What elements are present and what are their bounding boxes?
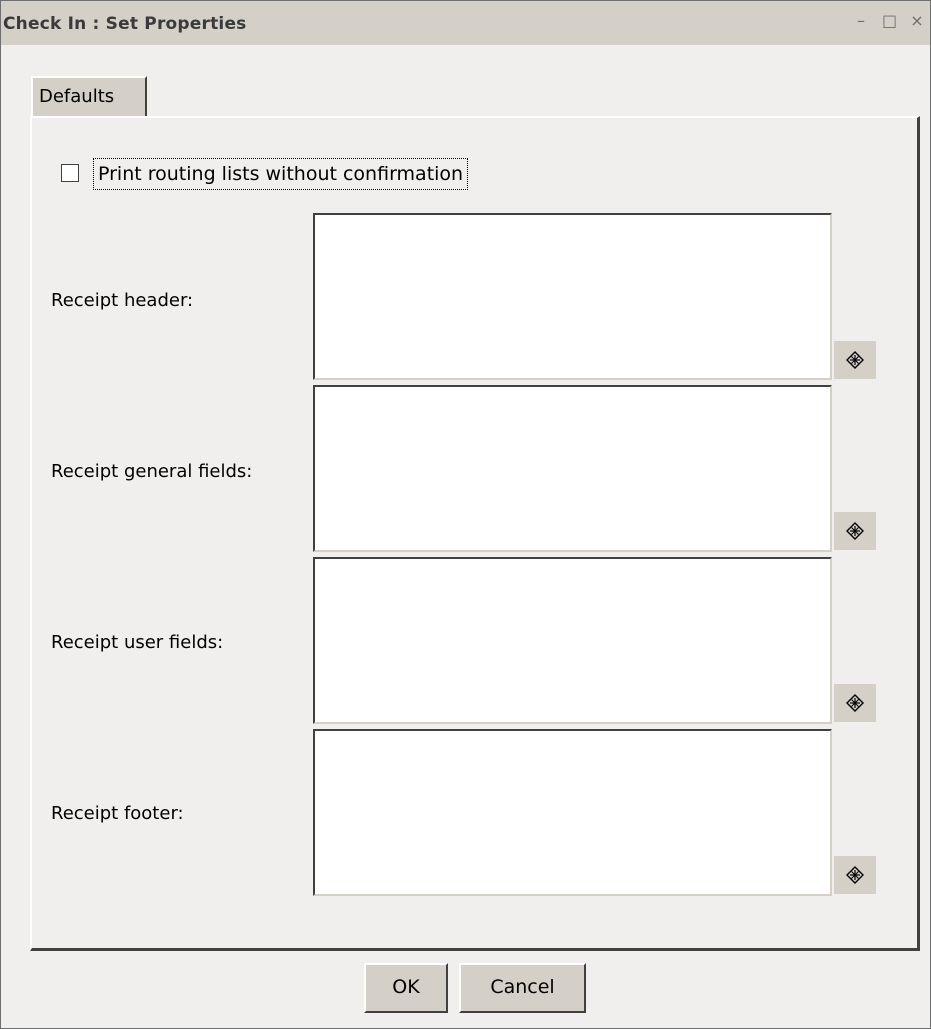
window-title: Check In : Set Properties (3, 14, 247, 34)
receipt-header-textarea[interactable] (313, 213, 832, 380)
dialog-window: Check In : Set Properties – □ × Defaults… (0, 0, 931, 1029)
print-routing-label[interactable]: Print routing lists without confirmation (93, 158, 469, 190)
maximize-icon[interactable]: □ (882, 12, 897, 30)
insert-field-icon (846, 866, 864, 884)
close-icon[interactable]: × (910, 12, 924, 30)
cancel-button[interactable]: Cancel (459, 963, 586, 1013)
receipt-footer-insert-button[interactable] (834, 856, 876, 894)
title-bar[interactable]: Check In : Set Properties – □ × (1, 1, 930, 45)
receipt-user-fields-textarea[interactable] (313, 557, 832, 724)
print-routing-checkbox[interactable] (61, 164, 79, 182)
receipt-general-fields-label: Receipt general fields: (51, 461, 253, 482)
insert-field-icon (846, 694, 864, 712)
minimize-icon[interactable]: – (854, 12, 868, 30)
window-controls: – □ × (854, 12, 924, 30)
receipt-general-fields-textarea[interactable] (313, 385, 832, 552)
receipt-user-fields-insert-button[interactable] (834, 684, 876, 722)
insert-field-icon (846, 522, 864, 540)
receipt-footer-textarea[interactable] (313, 729, 832, 896)
receipt-user-fields-label: Receipt user fields: (51, 632, 224, 653)
receipt-footer-label: Receipt footer: (51, 803, 184, 824)
receipt-header-insert-button[interactable] (834, 341, 876, 379)
receipt-header-label: Receipt header: (51, 290, 194, 311)
insert-field-icon (846, 351, 864, 369)
ok-button[interactable]: OK (364, 963, 448, 1013)
tab-defaults[interactable]: Defaults (31, 76, 147, 116)
receipt-general-fields-insert-button[interactable] (834, 512, 876, 550)
